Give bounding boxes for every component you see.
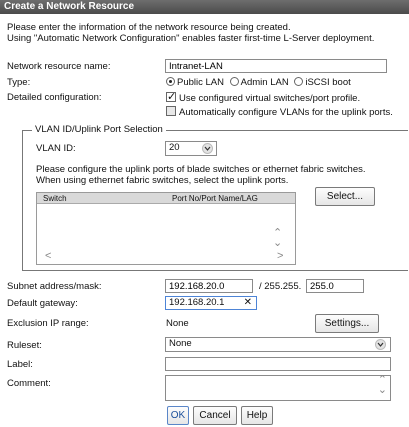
uplink-table-header: Switch Port No/Port Name/LAG <box>37 193 295 204</box>
default-gateway-value: 192.168.20.1 <box>169 297 225 308</box>
comment-label: Comment: <box>7 378 51 389</box>
label-input[interactable] <box>165 357 391 371</box>
chevron-down-icon[interactable] <box>202 143 213 154</box>
ruleset-label: Ruleset: <box>7 340 42 351</box>
radio-iscsi-boot-indicator[interactable] <box>294 77 304 86</box>
type-radio-group: Public LAN Admin LAN iSCSI boot <box>166 77 351 88</box>
checkbox-auto-vlan-label: Automatically configure VLANs for the up… <box>179 107 393 118</box>
vlan-instructions: Please configure the uplink ports of bla… <box>36 164 366 186</box>
scroll-down-icon[interactable]: ⌄ <box>273 236 282 249</box>
settings-button[interactable]: Settings... <box>315 314 379 333</box>
vlan-id-value: 20 <box>169 142 180 153</box>
checkbox-auto-vlan[interactable]: Automatically configure VLANs for the up… <box>166 106 393 118</box>
exclusion-label: Exclusion IP range: <box>7 318 89 329</box>
description: Please enter the information of the netw… <box>7 22 407 44</box>
checkbox-virtual-switches-label: Use configured virtual switches/port pro… <box>179 93 361 104</box>
comment-textarea[interactable]: ⌃ ⌄ <box>165 374 391 401</box>
description-line-1: Please enter the information of the netw… <box>7 22 291 33</box>
type-label: Type: <box>7 77 31 88</box>
scroll-left-icon[interactable]: < <box>45 250 51 262</box>
default-gateway-input[interactable]: 192.168.20.1 ✕ <box>165 296 257 310</box>
radio-public-lan-indicator[interactable] <box>166 77 175 86</box>
label-label: Label: <box>7 359 33 370</box>
radio-public-lan-label: Public LAN <box>177 77 224 88</box>
close-icon[interactable]: ✕ <box>244 297 252 309</box>
checkbox-virtual-switches[interactable]: Use configured virtual switches/port pro… <box>166 90 361 104</box>
description-line-2: Using "Automatic Network Configuration" … <box>7 33 375 44</box>
radio-admin-lan-indicator[interactable] <box>229 77 239 86</box>
vlan-instructions-line-1: Please configure the uplink ports of bla… <box>36 164 366 175</box>
detailed-config-label: Detailed configuration: <box>7 92 102 103</box>
exclusion-value: None <box>166 318 189 329</box>
mask-prefix: / 255.255. <box>259 281 302 292</box>
select-uplink-button[interactable]: Select... <box>315 187 375 206</box>
name-label: Network resource name: <box>7 61 111 72</box>
cancel-button[interactable]: Cancel <box>193 406 237 425</box>
ok-button[interactable]: OK <box>167 406 189 425</box>
checkbox-virtual-switches-box[interactable] <box>166 90 176 103</box>
subnet-mask-input[interactable] <box>306 279 364 293</box>
help-button[interactable]: Help <box>241 406 273 425</box>
checkbox-auto-vlan-box[interactable] <box>166 106 176 116</box>
chevron-down-icon[interactable] <box>375 339 386 350</box>
vlan-id-label: VLAN ID: <box>36 143 76 154</box>
column-port[interactable]: Port No/Port Name/LAG <box>172 193 258 204</box>
scroll-right-icon[interactable]: > <box>277 250 283 262</box>
network-resource-name-input[interactable] <box>165 59 387 73</box>
column-switch[interactable]: Switch <box>43 193 67 204</box>
subnet-address-input[interactable] <box>165 279 253 293</box>
radio-admin-lan[interactable]: Admin LAN <box>229 77 289 88</box>
ruleset-value: None <box>169 338 192 349</box>
radio-iscsi-boot[interactable]: iSCSI boot <box>294 77 351 88</box>
vlan-group-legend: VLAN ID/Uplink Port Selection <box>32 124 166 135</box>
ruleset-dropdown[interactable]: None <box>165 337 391 352</box>
window-title-bar: Create a Network Resource <box>0 0 409 14</box>
radio-iscsi-boot-label: iSCSI boot <box>305 77 351 88</box>
window-title: Create a Network Resource <box>4 1 135 12</box>
comment-scroll-down-icon[interactable]: ⌄ <box>378 384 387 396</box>
subnet-label: Subnet address/mask: <box>7 281 102 292</box>
vlan-id-spinner[interactable]: 20 <box>165 141 217 156</box>
vlan-instructions-line-2: When using ethernet fabric switches, sel… <box>36 175 289 186</box>
gateway-label: Default gateway: <box>7 298 78 309</box>
radio-public-lan[interactable]: Public LAN <box>166 77 224 88</box>
radio-admin-lan-label: Admin LAN <box>240 77 289 88</box>
